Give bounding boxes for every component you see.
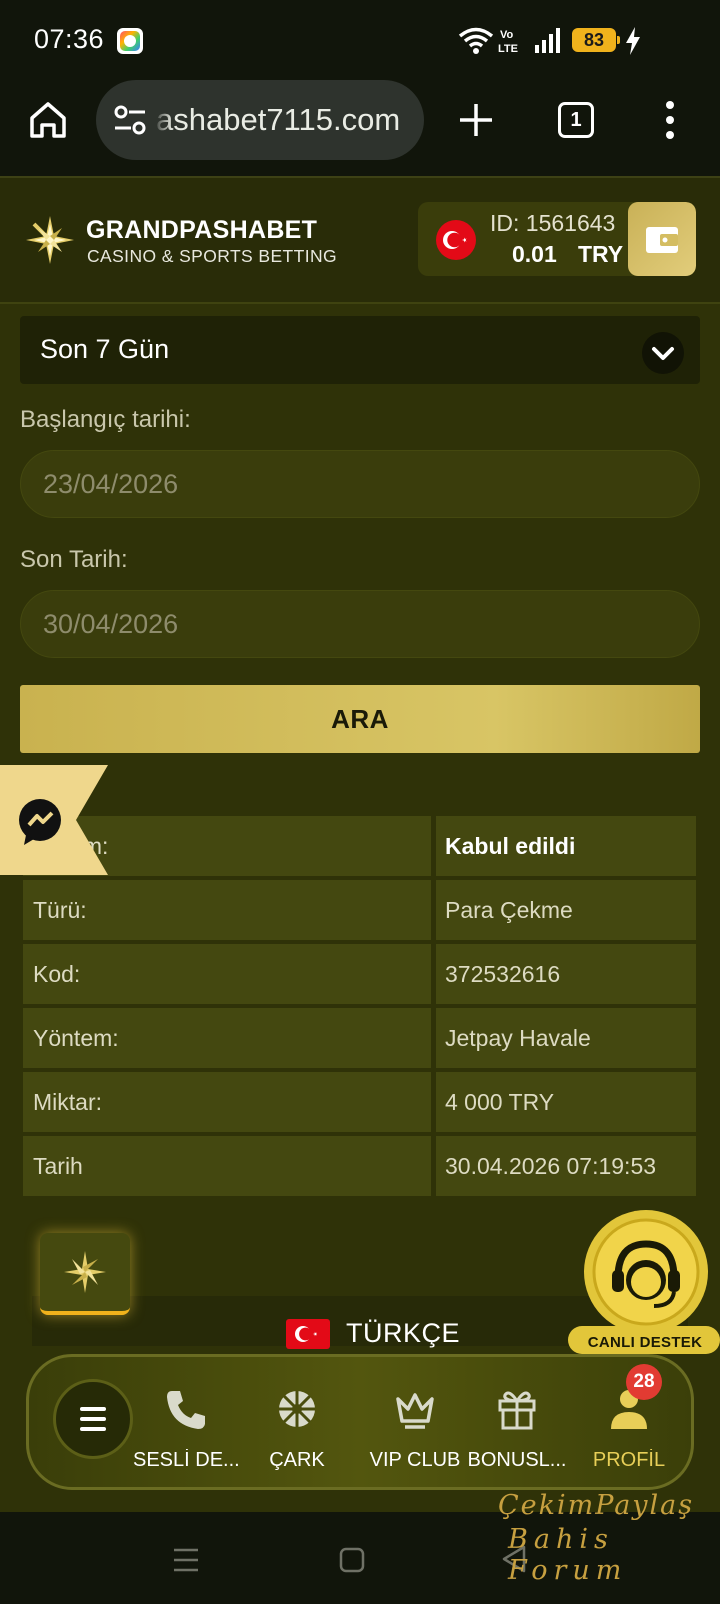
language-selector[interactable]: TÜRKÇE [346, 1318, 460, 1349]
battery-icon: 83 [572, 28, 620, 52]
url-text[interactable]: ashabet7115.com [156, 102, 416, 138]
nav-label: BONUSL... [467, 1449, 567, 1471]
period-select[interactable]: Son 7 Gün [20, 316, 700, 384]
brand-name[interactable]: GRANDPASHABET [86, 216, 317, 245]
brand-logo-button[interactable] [40, 1233, 130, 1315]
hamburger-menu-button[interactable] [53, 1379, 133, 1459]
watermark-line1: ÇekimPaylaş [498, 1490, 695, 1521]
detail-key: Tarih [23, 1136, 431, 1196]
charging-icon [626, 27, 640, 55]
app-notification-icon [117, 28, 143, 54]
signal-icon [535, 28, 560, 53]
wheel-icon [279, 1391, 315, 1427]
detail-key: Miktar: [23, 1072, 431, 1132]
wifi-icon [458, 27, 494, 54]
nav-label: SESLİ DE... [133, 1449, 239, 1471]
start-date-field[interactable]: 23/04/2026 [20, 450, 700, 518]
phone-icon [167, 1391, 205, 1429]
detail-row-type: Türü: Para Çekme [23, 880, 697, 940]
nav-vip-club[interactable]: VIP CLUB [357, 1357, 473, 1487]
bottom-navigation: SESLİ DE... ÇARK VIP CLUB BONUSL... PROF… [26, 1354, 694, 1490]
detail-key: Kod: [23, 944, 431, 1004]
detail-value: Jetpay Havale [436, 1008, 696, 1068]
account-balance: 0.01 [512, 241, 557, 267]
crown-icon [396, 1393, 434, 1429]
detail-value: Para Çekme [436, 880, 696, 940]
url-fade [154, 90, 172, 150]
wallet-button[interactable] [628, 202, 696, 276]
wallet-icon [646, 227, 678, 253]
detail-row-status: Durum: Kabul edildi [23, 816, 697, 876]
account-id: ID: 1561643 [490, 210, 616, 236]
volte-icon: Vo LTE [498, 29, 518, 55]
detail-value: 30.04.2026 07:19:53 [436, 1136, 696, 1196]
svg-text:Vo: Vo [500, 29, 514, 41]
gift-icon [498, 1391, 536, 1430]
account-currency: TRY [578, 241, 624, 267]
address-bar[interactable]: ashabet7115.com [96, 80, 424, 160]
detail-row-method: Yöntem: Jetpay Havale [23, 1008, 697, 1068]
hamburger-icon [80, 1407, 106, 1431]
detail-value: 372532616 [436, 944, 696, 1004]
site-header: GRANDPASHABET CASINO & SPORTS BETTING ID… [0, 178, 720, 304]
transaction-details: Durum: Kabul edildi Türü: Para Çekme Kod… [23, 816, 697, 1200]
nav-label: ÇARK [269, 1449, 325, 1471]
search-button[interactable]: ARA [20, 685, 700, 753]
detail-value: 4 000 TRY [436, 1072, 696, 1132]
watermark-line2: Bahis Forum [508, 1524, 628, 1586]
home-icon[interactable] [28, 98, 68, 142]
new-tab-icon[interactable] [456, 100, 496, 140]
site-settings-icon[interactable] [112, 102, 148, 138]
home-nav-icon[interactable] [338, 1546, 366, 1574]
turkey-flag-icon[interactable] [286, 1319, 330, 1349]
notification-badge: 28 [626, 1364, 662, 1400]
browser-toolbar: ashabet7115.com 1 [0, 80, 720, 178]
period-value: Son 7 Gün [40, 334, 170, 364]
live-support-label[interactable]: CANLI DESTEK [570, 1330, 720, 1356]
more-menu-icon[interactable] [660, 98, 680, 142]
svg-text:LTE: LTE [498, 43, 518, 55]
chevron-down-icon[interactable] [642, 332, 684, 374]
end-date-field[interactable]: 30/04/2026 [20, 590, 700, 658]
detail-row-date: Tarih 30.04.2026 07:19:53 [23, 1136, 697, 1196]
brand-tagline: CASINO & SPORTS BETTING [87, 246, 338, 266]
brand-star-icon [64, 1251, 106, 1293]
nav-label: VIP CLUB [369, 1449, 461, 1471]
status-icons: Vo LTE 83 [458, 22, 658, 58]
detail-key: Türü: [23, 880, 431, 940]
tabs-icon[interactable]: 1 [558, 102, 594, 138]
detail-value: Kabul edildi [436, 816, 696, 876]
recent-apps-icon[interactable] [172, 1546, 200, 1574]
brand-star-icon[interactable] [24, 214, 76, 266]
detail-row-code: Kod: 372532616 [23, 944, 697, 1004]
end-date-label: Son Tarih: [20, 546, 128, 573]
messenger-tab[interactable] [0, 765, 110, 875]
detail-row-amount: Miktar: 4 000 TRY [23, 1072, 697, 1132]
account-summary[interactable]: ID: 1561643 0.01 TRY [418, 202, 696, 276]
tab-count: 1 [570, 109, 582, 131]
status-time: 07:36 [34, 24, 105, 54]
detail-key: Yöntem: [23, 1008, 431, 1068]
nav-label: PROFİL [592, 1449, 666, 1471]
nav-bonuses[interactable]: BONUSL... [467, 1357, 567, 1487]
status-bar: 07:36 Vo LTE 83 [0, 0, 720, 80]
start-date-label: Başlangıç tarihi: [20, 406, 191, 433]
turkey-flag-icon [436, 220, 476, 260]
nav-voice-support[interactable]: SESLİ DE... [133, 1357, 239, 1487]
battery-level: 83 [583, 30, 605, 50]
nav-wheel[interactable]: ÇARK [247, 1357, 347, 1487]
